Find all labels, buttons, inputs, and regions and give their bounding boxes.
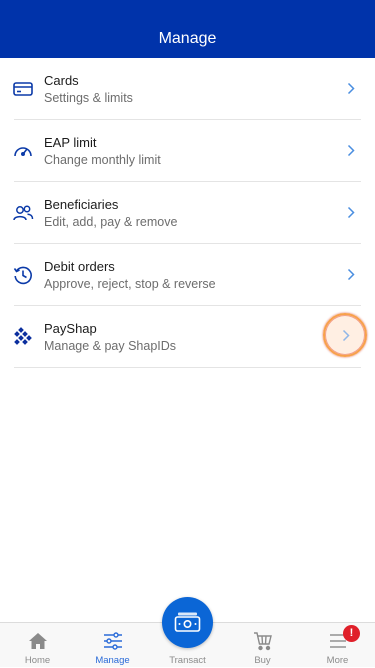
tab-label: Manage	[95, 655, 130, 666]
tab-manage[interactable]: Manage	[75, 623, 150, 668]
menu-item-cards[interactable]: Cards Settings & limits	[12, 58, 361, 120]
menu-item-payshap[interactable]: PayShap Manage & pay ShapIDs	[14, 306, 361, 368]
menu-item-debit-orders[interactable]: Debit orders Approve, reject, stop & rev…	[12, 244, 361, 306]
menu-item-subtitle: Edit, add, pay & remove	[44, 215, 178, 229]
tab-more[interactable]: More	[300, 623, 375, 668]
notification-badge: !	[343, 625, 360, 642]
payshap-logo-icon	[12, 326, 34, 348]
transact-button[interactable]	[162, 597, 213, 648]
chevron-right-icon	[347, 144, 355, 157]
cart-icon	[252, 631, 274, 651]
tab-label: Transact	[169, 655, 206, 666]
menu-item-eap-limit[interactable]: EAP limit Change monthly limit	[14, 120, 361, 182]
sliders-icon	[102, 631, 124, 651]
gauge-icon	[12, 140, 34, 162]
chevron-right-icon	[347, 268, 355, 281]
cash-icon	[174, 612, 201, 632]
clock-history-icon	[12, 264, 34, 286]
card-icon	[12, 78, 34, 100]
menu-item-subtitle: Settings & limits	[44, 91, 133, 105]
menu-item-beneficiaries[interactable]: Beneficiaries Edit, add, pay & remove	[12, 182, 361, 244]
menu-item-title: Beneficiaries	[44, 197, 119, 212]
chevron-right-icon	[347, 82, 355, 95]
tab-label: More	[326, 655, 349, 666]
tab-label: Buy	[254, 655, 271, 666]
menu-item-subtitle: Manage & pay ShapIDs	[44, 339, 177, 353]
touch-indicator	[323, 313, 367, 357]
tab-home[interactable]: Home	[0, 623, 75, 668]
menu-item-title: Debit orders	[44, 259, 115, 274]
tab-buy[interactable]: Buy	[225, 623, 300, 668]
menu-item-subtitle: Change monthly limit	[44, 153, 161, 167]
page-title: Manage	[158, 30, 217, 47]
tab-label: Home	[24, 655, 51, 666]
menu-item-title: Cards	[44, 73, 79, 88]
menu-item-subtitle: Approve, reject, stop & reverse	[44, 277, 216, 291]
people-icon	[12, 202, 34, 224]
manage-menu: Cards Settings & limits EAP limit Change…	[0, 58, 375, 368]
menu-item-title: EAP limit	[44, 135, 97, 150]
app-header: Manage	[0, 0, 375, 58]
home-icon	[27, 631, 49, 651]
chevron-right-icon	[342, 329, 350, 342]
menu-item-title: PayShap	[44, 321, 97, 336]
chevron-right-icon	[347, 206, 355, 219]
